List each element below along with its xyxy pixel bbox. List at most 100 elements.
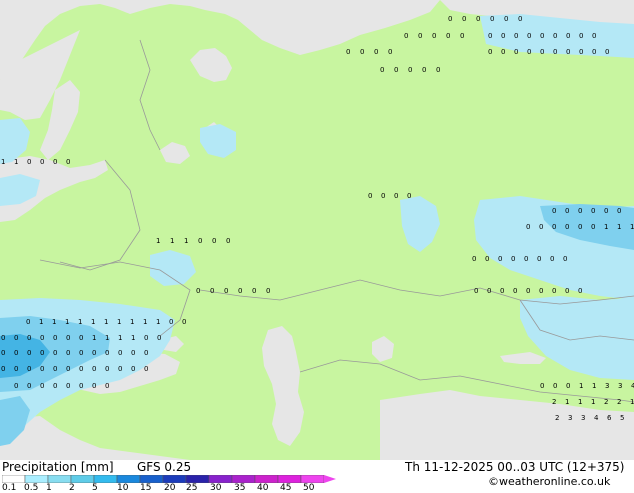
legend-swatch	[231, 475, 256, 483]
precip-value: 0	[198, 237, 202, 245]
precip-value: 0	[266, 287, 270, 295]
precip-value: 0	[408, 66, 412, 74]
legend-swatch	[47, 475, 72, 483]
precip-legend-bar	[2, 475, 336, 483]
legend-tick-label: 10	[117, 483, 129, 493]
product-label: Precipitation [mm]	[2, 460, 114, 474]
precip-value: 2	[617, 398, 621, 406]
precip-value: 0	[1, 334, 5, 342]
legend-tick-label: 45	[280, 483, 292, 493]
precip-value: 0	[1, 365, 5, 373]
precip-value: 0	[79, 365, 83, 373]
precip-value: 0	[144, 334, 148, 342]
precip-value: 0	[514, 32, 518, 40]
precip-value: 0	[490, 15, 494, 23]
precip-value: 0	[380, 66, 384, 74]
legend-tick-label: 40	[257, 483, 269, 493]
precip-value: 0	[550, 255, 554, 263]
precip-value: 0	[40, 365, 44, 373]
precip-value: 0	[40, 382, 44, 390]
precip-value: 1	[65, 318, 69, 326]
precip-value: 0	[14, 334, 18, 342]
precip-value: 0	[407, 192, 411, 200]
precip-value: 0	[566, 32, 570, 40]
legend-tick-label: 2	[69, 483, 75, 493]
precip-value: 1	[156, 318, 160, 326]
precip-value: 3	[605, 382, 609, 390]
precip-value: 1	[1, 158, 5, 166]
legend-tick-label: 0.1	[2, 483, 17, 493]
precip-value: 0	[500, 287, 504, 295]
precip-value: 0	[539, 223, 543, 231]
legend-tick-label: 35	[234, 483, 246, 493]
precip-value: 0	[552, 287, 556, 295]
precip-value: 0	[474, 287, 478, 295]
precip-value: 0	[27, 365, 31, 373]
precip-value: 0	[432, 32, 436, 40]
precip-value: 0	[27, 349, 31, 357]
precip-value: 0	[591, 207, 595, 215]
precip-value: 0	[388, 48, 392, 56]
precip-value: 0	[565, 223, 569, 231]
precip-value: 3	[568, 414, 572, 422]
precip-value: 0	[381, 192, 385, 200]
precip-value: 3	[618, 382, 622, 390]
legend-tick-label: 0.5	[24, 483, 39, 493]
precip-value: 0	[404, 32, 408, 40]
precip-value: 1	[604, 223, 608, 231]
precip-value: 0	[605, 48, 609, 56]
precip-value: 0	[462, 15, 466, 23]
precip-value: 0	[565, 207, 569, 215]
precip-value: 0	[578, 207, 582, 215]
precip-value: 0	[518, 15, 522, 23]
precip-value: 0	[66, 334, 70, 342]
precip-value: 1	[184, 237, 188, 245]
precip-value: 0	[578, 223, 582, 231]
precip-value: 0	[579, 32, 583, 40]
precip-value: 0	[448, 15, 452, 23]
precip-value: 0	[14, 349, 18, 357]
legend-swatch	[300, 475, 325, 483]
legend-swatch	[2, 475, 26, 483]
precip-value: 1	[630, 398, 634, 406]
precip-value: 0	[513, 287, 517, 295]
legend-swatch	[116, 475, 141, 483]
legend-tick-label: 5	[92, 483, 98, 493]
precip-value: 0	[418, 32, 422, 40]
precip-value: 0	[144, 349, 148, 357]
precip-value: 0	[212, 237, 216, 245]
precip-value: 2	[552, 398, 556, 406]
precip-value: 1	[156, 237, 160, 245]
precip-value: 1	[617, 223, 621, 231]
precip-value: 0	[79, 382, 83, 390]
precip-value: 0	[105, 382, 109, 390]
precip-value: 0	[226, 237, 230, 245]
precip-value: 0	[53, 365, 57, 373]
precip-value: 4	[594, 414, 599, 422]
precip-value: 0	[485, 255, 489, 263]
copyright: ©weatheronline.co.uk	[488, 475, 611, 488]
precip-value: 1	[630, 223, 634, 231]
legend-swatch	[24, 475, 49, 483]
precip-value: 0	[553, 32, 557, 40]
legend-swatch	[185, 475, 210, 483]
precip-value: 0	[524, 255, 528, 263]
precip-value: 0	[368, 192, 372, 200]
precip-value: 0	[14, 365, 18, 373]
precip-value: 0	[118, 365, 122, 373]
precip-value: 0	[66, 382, 70, 390]
precip-value: 0	[346, 48, 350, 56]
precip-value: 0	[53, 158, 57, 166]
precip-value: 0	[592, 48, 596, 56]
precip-value: 1	[592, 382, 596, 390]
legend-tick-label: 30	[210, 483, 222, 493]
precip-value: 0	[131, 349, 135, 357]
precip-value: 1	[131, 334, 135, 342]
precip-value: 0	[552, 223, 556, 231]
precip-value: 0	[566, 382, 570, 390]
precip-value: 1	[118, 334, 122, 342]
precip-value: 0	[446, 32, 450, 40]
precip-value: 0	[27, 334, 31, 342]
precip-value: 0	[552, 207, 556, 215]
precip-value: 0	[360, 48, 364, 56]
